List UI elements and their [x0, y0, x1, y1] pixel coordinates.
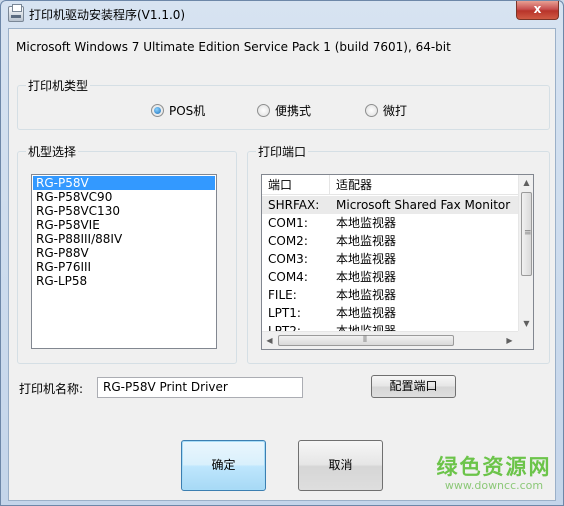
model-list-item[interactable]: RG-LP58 [33, 274, 215, 288]
horizontal-scroll-thumb[interactable]: ⦀ [278, 335, 454, 346]
printer-type-group: 打印机类型 POS机 便携式 微打 [17, 77, 550, 130]
radio-unselected-icon [365, 104, 378, 117]
port-cell: COM3: [268, 252, 308, 266]
scroll-right-icon[interactable]: ▶ [502, 333, 517, 348]
ok-button[interactable]: 确定 [181, 440, 266, 491]
close-button[interactable]: x [516, 1, 559, 20]
port-cell: LPT2: [268, 324, 301, 331]
port-row[interactable]: LPT2: 本地监视器 [262, 322, 518, 331]
port-row[interactable]: COM3: 本地监视器 [262, 250, 518, 268]
horizontal-scrollbar[interactable]: ◀ ⦀ ▶ [262, 331, 518, 349]
model-list-item[interactable]: RG-P76III [33, 260, 215, 274]
radio-selected-icon [151, 104, 164, 117]
adapter-cell: 本地监视器 [336, 288, 397, 302]
port-row[interactable]: LPT1: 本地监视器 [262, 304, 518, 322]
radio-unselected-icon [257, 104, 270, 117]
port-listview[interactable]: 端口 适配器 SHRFAX: Microsoft Shared Fax Monit… [261, 174, 534, 350]
model-select-group: 机型选择 RG-P58V RG-P58VC90 RG-P58VC130 RG-P… [17, 143, 237, 364]
cancel-button[interactable]: 取消 [298, 440, 383, 491]
model-list-item-selected[interactable]: RG-P58V [33, 176, 215, 190]
radio-pos[interactable]: POS机 [151, 102, 205, 119]
adapter-cell: 本地监视器 [336, 270, 397, 284]
port-cell: SHRFAX: [268, 198, 320, 212]
installer-window: 打印机驱动安装程序(V1.1.0) x Microsoft Windows 7 … [0, 0, 564, 506]
radio-portable-label: 便携式 [275, 104, 312, 118]
column-header-port[interactable]: 端口 [262, 175, 330, 195]
printer-type-label: 打印机类型 [26, 77, 91, 94]
port-group-label: 打印端口 [256, 143, 309, 160]
printer-app-icon [8, 4, 24, 22]
vertical-scrollbar[interactable]: ▲ ≡ ▼ [518, 175, 533, 331]
adapter-cell: Microsoft Shared Fax Monitor [336, 198, 511, 212]
title-bar[interactable]: 打印机驱动安装程序(V1.1.0) x [1, 1, 563, 27]
adapter-cell: 本地监视器 [336, 324, 397, 331]
port-group: 打印端口 端口 适配器 SHRFAX: Microsoft Shared Fax … [247, 143, 550, 364]
port-cell: COM4: [268, 270, 308, 284]
column-header-adapter[interactable]: 适配器 [330, 175, 518, 195]
radio-pos-label: POS机 [169, 104, 206, 118]
port-cell: FILE: [268, 288, 297, 302]
radio-mini-label: 微打 [383, 104, 408, 118]
port-list-body: SHRFAX: Microsoft Shared Fax Monitor COM1… [262, 196, 518, 331]
model-list-item[interactable]: RG-P58VIE [33, 218, 215, 232]
scroll-left-icon[interactable]: ◀ [262, 333, 277, 348]
model-listbox[interactable]: RG-P58V RG-P58VC90 RG-P58VC130 RG-P58VIE… [31, 174, 217, 349]
port-row[interactable]: COM4: 本地监视器 [262, 268, 518, 286]
os-info-text: Microsoft Windows 7 Ultimate Edition Ser… [16, 40, 451, 54]
port-cell: LPT1: [268, 306, 301, 320]
window-title: 打印机驱动安装程序(V1.1.0) [29, 8, 186, 22]
configure-port-button[interactable]: 配置端口 [371, 375, 456, 398]
port-row[interactable]: FILE: 本地监视器 [262, 286, 518, 304]
scroll-down-icon[interactable]: ▼ [519, 316, 533, 331]
printer-name-label: 打印机名称: [19, 382, 84, 396]
model-list-item[interactable]: RG-P58VC130 [33, 204, 215, 218]
adapter-cell: 本地监视器 [336, 234, 397, 248]
port-cell: COM2: [268, 234, 308, 248]
adapter-cell: 本地监视器 [336, 252, 397, 266]
adapter-cell: 本地监视器 [336, 306, 397, 320]
port-row[interactable]: COM2: 本地监视器 [262, 232, 518, 250]
adapter-cell: 本地监视器 [336, 216, 397, 230]
port-list-header: 端口 适配器 [262, 175, 518, 195]
radio-mini[interactable]: 微打 [365, 102, 407, 119]
scrollbar-corner [518, 331, 533, 349]
radio-portable[interactable]: 便携式 [257, 102, 311, 119]
dialog-client-area: Microsoft Windows 7 Ultimate Edition Ser… [8, 28, 556, 501]
model-select-label: 机型选择 [26, 143, 79, 160]
model-list-item[interactable]: RG-P88V [33, 246, 215, 260]
printer-name-input[interactable]: RG-P58V Print Driver [97, 377, 303, 398]
model-list-item[interactable]: RG-P88III/88IV [33, 232, 215, 246]
port-cell: COM1: [268, 216, 308, 230]
grip-icon: ⦀ [363, 335, 367, 345]
vertical-scroll-thumb[interactable]: ≡ [521, 192, 532, 276]
grip-icon: ≡ [524, 228, 532, 238]
port-row[interactable]: COM1: 本地监视器 [262, 214, 518, 232]
model-list-item[interactable]: RG-P58VC90 [33, 190, 215, 204]
port-row[interactable]: SHRFAX: Microsoft Shared Fax Monitor [262, 196, 518, 214]
scroll-up-icon[interactable]: ▲ [519, 175, 533, 190]
